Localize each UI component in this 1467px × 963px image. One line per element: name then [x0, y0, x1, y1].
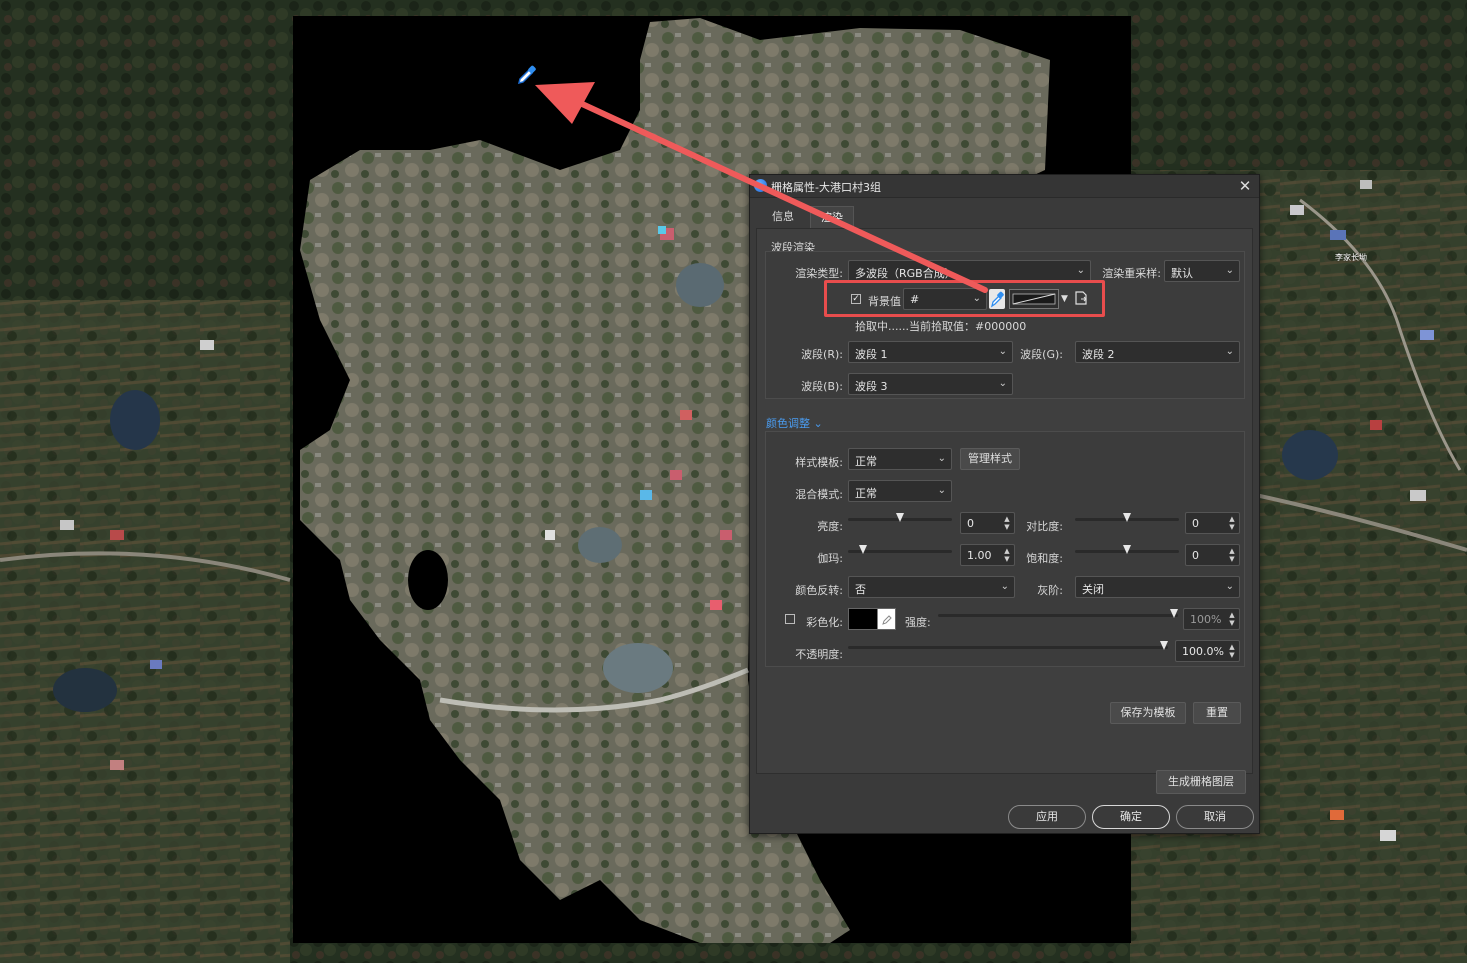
grayscale-select[interactable]: 关闭 ⌄ — [1075, 576, 1240, 598]
chevron-down-icon: ⌄ — [937, 453, 946, 464]
tab-render[interactable]: 渲染 — [810, 206, 854, 229]
map-place-label: 李家长坳 — [1335, 253, 1367, 262]
band-r-label: 波段(R): — [801, 348, 843, 361]
saturation-label: 饱和度: — [1026, 552, 1063, 565]
strength-spinbox[interactable]: 100% ▲ ▼ — [1183, 608, 1240, 630]
dialog-titlebar[interactable]: 栅格属性-大港口村3组 ✕ — [750, 175, 1259, 198]
chevron-down-icon: ⌄ — [998, 378, 1007, 389]
slider-thumb[interactable] — [1170, 609, 1178, 618]
style-template-select[interactable]: 正常 ⌄ — [848, 448, 952, 470]
reset-button[interactable]: 重置 — [1193, 702, 1241, 724]
render-type-select[interactable]: 多波段（RGB合成） ⌄ — [848, 260, 1091, 282]
brightness-label: 亮度: — [817, 520, 843, 533]
resample-label: 渲染重采样: — [1102, 267, 1161, 280]
band-g-label: 波段(G): — [1020, 348, 1063, 361]
slider-thumb[interactable] — [1160, 641, 1168, 650]
opacity-value: 100.0% — [1182, 645, 1224, 658]
chevron-down-icon: ⌄ — [813, 417, 823, 430]
band-b-select[interactable]: 波段 3 ⌄ — [848, 373, 1013, 395]
grayscale-label: 灰阶: — [1037, 584, 1063, 597]
slider-thumb[interactable] — [1123, 545, 1131, 554]
strength-slider[interactable] — [938, 608, 1178, 622]
chevron-down-icon: ⌄ — [998, 346, 1007, 357]
style-template-label: 样式模板: — [795, 456, 843, 469]
opacity-slider[interactable] — [848, 640, 1168, 654]
spin-down-icon[interactable]: ▼ — [1228, 619, 1236, 627]
slider-thumb[interactable] — [1123, 513, 1131, 522]
resample-select[interactable]: 默认 ⌄ — [1164, 260, 1240, 282]
spin-up-icon[interactable]: ▲ — [1228, 515, 1236, 523]
band-b-value: 波段 3 — [855, 380, 888, 393]
render-type-value: 多波段（RGB合成） — [855, 267, 956, 280]
apply-button[interactable]: 应用 — [1008, 805, 1086, 829]
colorize-label: 彩色化: — [806, 616, 843, 629]
chevron-down-icon: ⌄ — [1225, 346, 1234, 357]
blend-mode-value: 正常 — [855, 487, 877, 500]
saturation-spinbox[interactable]: 0 ▲ ▼ — [1185, 544, 1240, 566]
chevron-down-icon: ⌄ — [1225, 581, 1234, 592]
colorize-color-swatch[interactable] — [848, 608, 896, 630]
save-as-template-button[interactable]: 保存为模板 — [1110, 702, 1186, 724]
saturation-slider[interactable] — [1075, 544, 1179, 558]
app-logo-icon — [754, 179, 767, 192]
raster-properties-dialog: 栅格属性-大港口村3组 ✕ 信息 渲染 波段渲染 渲染类型: 多波段（RGB合成… — [749, 174, 1260, 834]
close-button[interactable]: ✕ — [1235, 176, 1255, 196]
spin-down-icon[interactable]: ▼ — [1228, 651, 1236, 659]
band-r-select[interactable]: 波段 1 ⌄ — [848, 341, 1013, 363]
blend-mode-select[interactable]: 正常 ⌄ — [848, 480, 952, 502]
chevron-down-icon: ⌄ — [1076, 265, 1085, 276]
dialog-title: 栅格属性-大港口村3组 — [771, 181, 881, 194]
tab-info[interactable]: 信息 — [762, 206, 804, 228]
strength-label: 强度: — [905, 616, 931, 629]
opacity-label: 不透明度: — [795, 648, 843, 661]
brightness-slider[interactable] — [848, 512, 952, 526]
spin-up-icon[interactable]: ▲ — [1228, 547, 1236, 555]
invert-select[interactable]: 否 ⌄ — [848, 576, 1015, 598]
band-g-select[interactable]: 波段 2 ⌄ — [1075, 341, 1240, 363]
picking-status-text: 拾取中......当前拾取值：#000000 — [855, 320, 1027, 333]
render-type-label: 渲染类型: — [795, 267, 843, 280]
contrast-spinbox[interactable]: 0 ▲ ▼ — [1185, 512, 1240, 534]
color-adjust-section-toggle[interactable]: 颜色调整 ⌄ — [766, 415, 823, 431]
gamma-slider[interactable] — [848, 544, 952, 558]
blend-mode-label: 混合模式: — [795, 488, 843, 501]
ok-button[interactable]: 确定 — [1092, 805, 1170, 829]
contrast-value: 0 — [1192, 517, 1199, 530]
manage-styles-button[interactable]: 管理样式 — [960, 448, 1020, 470]
band-b-label: 波段(B): — [801, 380, 843, 393]
gamma-label: 伽玛: — [817, 552, 843, 565]
band-r-value: 波段 1 — [855, 348, 888, 361]
gamma-value: 1.00 — [967, 549, 992, 562]
color-adjust-section-label: 颜色调整 — [766, 417, 810, 430]
spin-down-icon[interactable]: ▼ — [1228, 555, 1236, 563]
spin-up-icon[interactable]: ▲ — [1228, 611, 1236, 619]
invert-label: 颜色反转: — [795, 584, 843, 597]
resample-value: 默认 — [1171, 267, 1193, 280]
brightness-value: 0 — [967, 517, 974, 530]
chevron-down-icon: ⌄ — [937, 485, 946, 496]
spin-up-icon[interactable]: ▲ — [1228, 643, 1236, 651]
spin-down-icon[interactable]: ▼ — [1228, 523, 1236, 531]
invert-value: 否 — [855, 583, 866, 596]
saturation-value: 0 — [1192, 549, 1199, 562]
contrast-slider[interactable] — [1075, 512, 1179, 526]
generate-raster-layer-button[interactable]: 生成栅格图层 — [1156, 770, 1246, 794]
style-template-value: 正常 — [855, 455, 877, 468]
grayscale-value: 关闭 — [1082, 583, 1104, 596]
opacity-spinbox[interactable]: 100.0% ▲ ▼ — [1175, 640, 1240, 662]
strength-value: 100% — [1190, 613, 1222, 626]
highlight-box — [824, 280, 1105, 317]
cancel-button[interactable]: 取消 — [1176, 805, 1254, 829]
slider-thumb[interactable] — [858, 545, 867, 554]
contrast-label: 对比度: — [1026, 520, 1063, 533]
eyedropper-cursor-icon — [517, 65, 536, 85]
eyedropper-icon — [882, 615, 892, 625]
slider-thumb[interactable] — [896, 513, 904, 522]
band-g-value: 波段 2 — [1082, 348, 1115, 361]
chevron-down-icon: ⌄ — [1225, 265, 1234, 276]
